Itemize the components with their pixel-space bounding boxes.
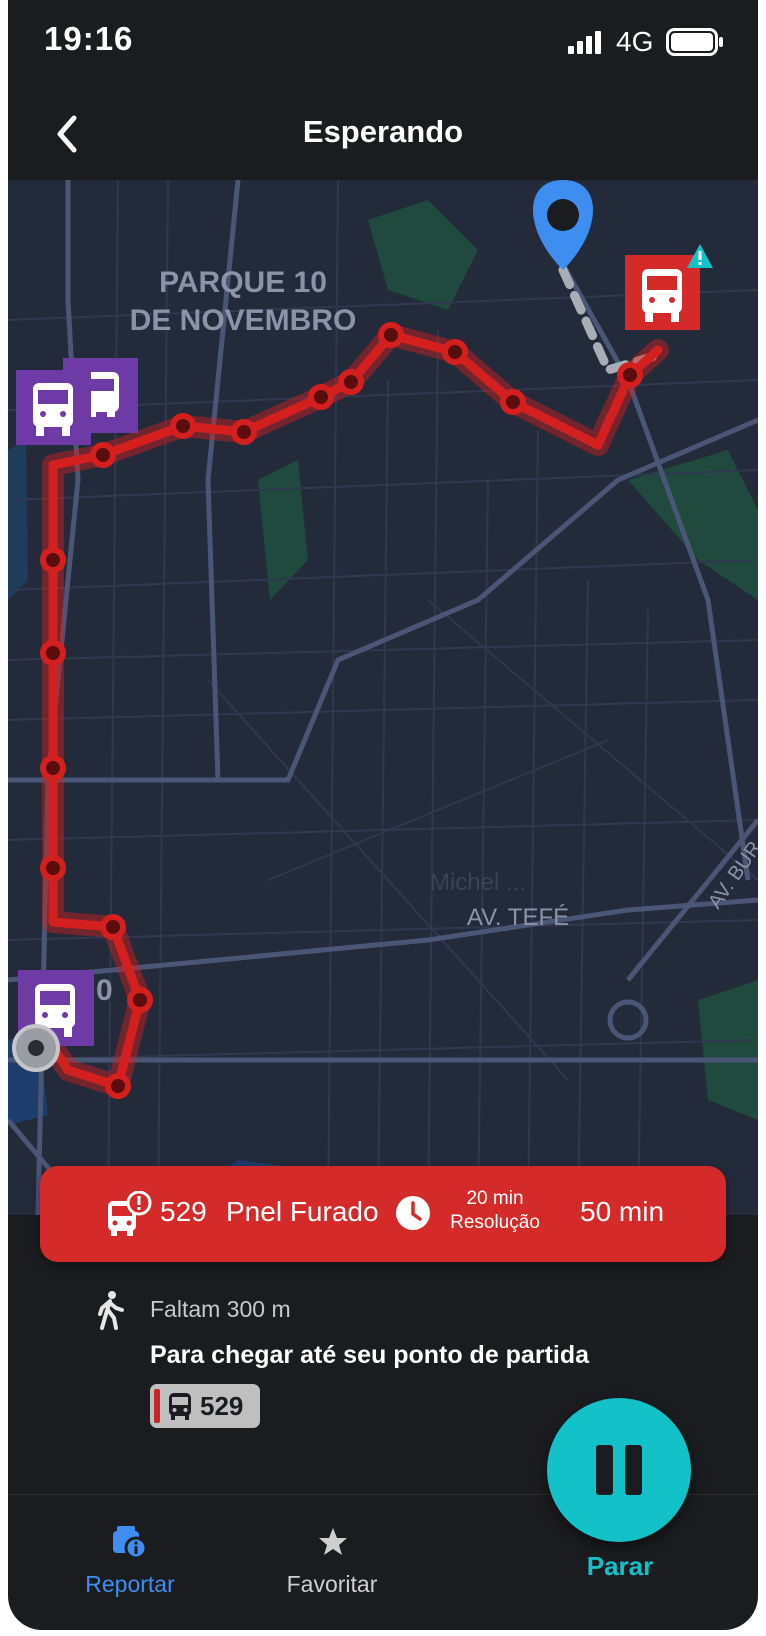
nav-item-favorite[interactable]: Favoritar bbox=[270, 1495, 390, 1605]
route-stop bbox=[617, 362, 643, 388]
route-stop bbox=[378, 322, 404, 348]
route-stop bbox=[40, 640, 66, 666]
map-label-street: AV. TEFÉ bbox=[467, 904, 569, 931]
walk-instruction: Para chegar até seu ponto de partida bbox=[150, 1341, 590, 1369]
bus-icon bbox=[169, 1393, 191, 1420]
water-area bbox=[8, 440, 28, 600]
route-stop bbox=[40, 755, 66, 781]
map-label-district: DE NOVEMBRO bbox=[130, 304, 357, 337]
map-label-partial: 0 bbox=[96, 974, 113, 1007]
battery-icon bbox=[666, 28, 723, 56]
route-stop bbox=[442, 339, 468, 365]
bus-stop-marker[interactable] bbox=[16, 370, 91, 445]
route-alert-banner[interactable]: 529 Pnel Furado 20 min Resolução 50 min bbox=[40, 1166, 726, 1262]
nav-label-stop[interactable]: Parar bbox=[548, 1551, 692, 1582]
line-badge-number: 529 bbox=[200, 1391, 244, 1421]
nav-label-report: Reportar bbox=[85, 1571, 175, 1597]
walk-distance: Faltam 300 m bbox=[150, 1296, 291, 1322]
route-stop bbox=[308, 384, 334, 410]
map-label-district: PARQUE 10 bbox=[159, 266, 327, 299]
alert-reason: Pnel Furado bbox=[226, 1196, 379, 1227]
star-icon bbox=[319, 1528, 347, 1555]
map-label-place: Michel ... bbox=[430, 869, 526, 896]
current-position-center bbox=[28, 1040, 44, 1056]
bus-alert-icon bbox=[108, 1191, 152, 1236]
walking-person-icon bbox=[98, 1291, 124, 1330]
network-label: 4G bbox=[616, 26, 654, 57]
route-stop bbox=[105, 1073, 131, 1099]
route-map[interactable]: PARQUE 10 DE NOVEMBRO Michel ... AV. TEF… bbox=[8, 180, 758, 1215]
route-stop bbox=[170, 413, 196, 439]
alert-resolution-label: Resolução bbox=[450, 1212, 540, 1233]
route-stop bbox=[100, 914, 126, 940]
pause-icon bbox=[625, 1445, 642, 1495]
top-bar: Esperando bbox=[8, 90, 758, 180]
route-stop bbox=[127, 987, 153, 1013]
route-stop bbox=[40, 855, 66, 881]
route-stop bbox=[231, 419, 257, 445]
route-stop bbox=[338, 369, 364, 395]
alert-resolution-time: 20 min bbox=[466, 1188, 524, 1209]
status-time: 19:16 bbox=[44, 20, 134, 57]
nav-item-report[interactable]: Reportar bbox=[68, 1495, 188, 1605]
route-stop bbox=[500, 389, 526, 415]
report-icon bbox=[113, 1526, 148, 1559]
stop-button[interactable] bbox=[547, 1398, 691, 1542]
nav-label-favorite: Favoritar bbox=[286, 1571, 378, 1597]
line-color-stripe bbox=[154, 1389, 160, 1423]
status-bar: 19:16 4G bbox=[8, 0, 758, 80]
alert-line-number: 529 bbox=[160, 1196, 207, 1227]
phone-screen: 19:16 4G Esperando PARQUE 10 DE NOVEMBRO… bbox=[8, 0, 758, 1630]
page-title: Esperando bbox=[302, 114, 464, 149]
route-stop bbox=[90, 442, 116, 468]
map-canvas: PARQUE 10 DE NOVEMBRO Michel ... AV. TEF… bbox=[8, 180, 758, 1215]
bus-line-badge[interactable]: 529 bbox=[150, 1384, 260, 1428]
alert-total-time: 50 min bbox=[580, 1196, 665, 1227]
pause-icon bbox=[596, 1445, 613, 1495]
clock-icon bbox=[396, 1196, 430, 1230]
signal-icon bbox=[568, 31, 601, 54]
route-stop bbox=[40, 547, 66, 573]
